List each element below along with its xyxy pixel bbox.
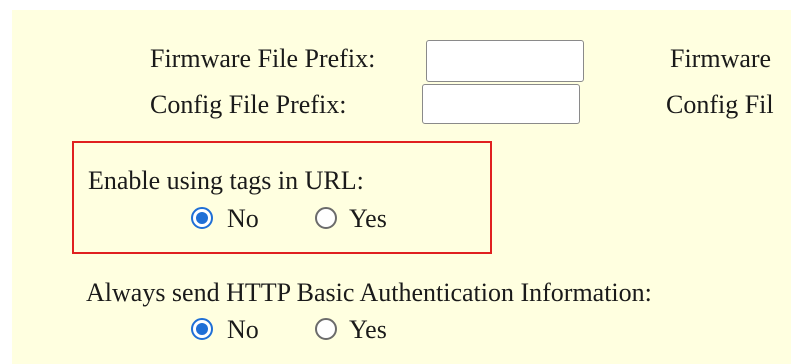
tags-in-url-highlight-box [72, 141, 492, 254]
http-basic-auth-yes-radio[interactable] [315, 318, 337, 340]
http-basic-auth-label: Always send HTTP Basic Authentication In… [86, 278, 652, 307]
config-file-prefix-label: Config File Prefix: [150, 90, 347, 119]
tags-in-url-no-radio[interactable] [191, 207, 213, 229]
firmware-file-prefix-input[interactable] [426, 40, 584, 82]
tags-in-url-yes-radio[interactable] [315, 207, 337, 229]
firmware-file-prefix-label: Firmware File Prefix: [150, 44, 376, 73]
config-file-prefix-input[interactable] [422, 84, 580, 124]
tags-in-url-label: Enable using tags in URL: [88, 166, 364, 195]
http-basic-auth-no-radio[interactable] [191, 318, 213, 340]
settings-panel: Firmware File Prefix: Firmware Config Fi… [12, 10, 791, 364]
http-basic-auth-yes-label: Yes [349, 315, 387, 344]
firmware-right-label: Firmware [670, 44, 772, 73]
config-right-label: Config Fil [666, 90, 774, 119]
tags-in-url-yes-label: Yes [349, 204, 387, 233]
tags-in-url-no-label: No [227, 204, 259, 233]
http-basic-auth-no-label: No [227, 315, 259, 344]
